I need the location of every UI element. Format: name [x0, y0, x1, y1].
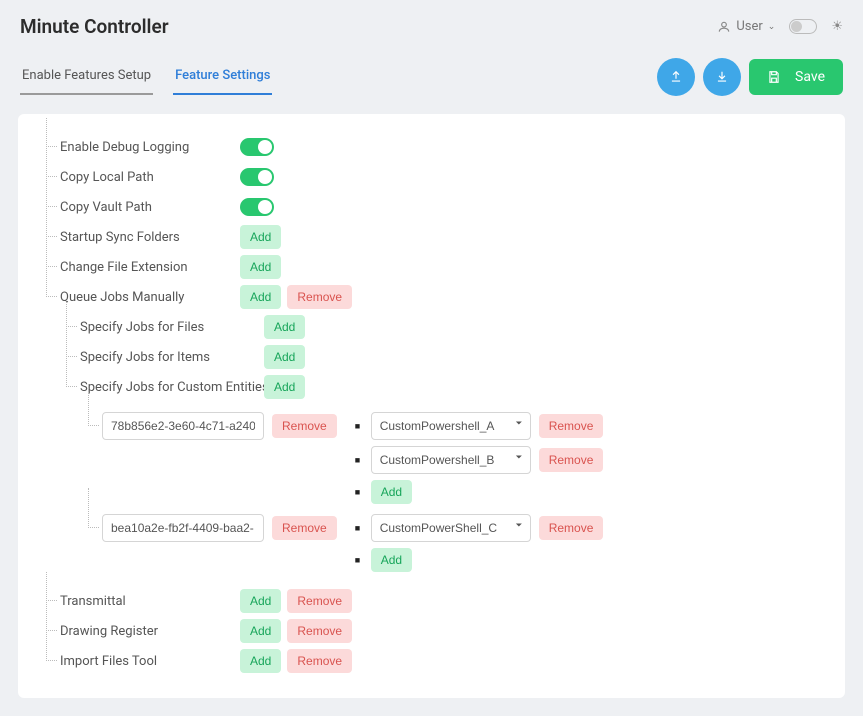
bullet-icon: ■	[355, 555, 363, 566]
remove-custom-entity[interactable]: Remove	[272, 414, 337, 438]
setting-change-ext-label: Change File Extension	[60, 260, 188, 275]
chevron-down-icon: ⌄	[768, 22, 776, 32]
add-drawing-reg[interactable]: Add	[240, 619, 281, 643]
setting-startup-sync-label: Startup Sync Folders	[60, 230, 180, 245]
remove-queue-jobs[interactable]: Remove	[287, 285, 352, 309]
remove-drawing-reg[interactable]: Remove	[287, 619, 352, 643]
tab-enable-features[interactable]: Enable Features Setup	[20, 60, 153, 95]
setting-copy-local-label: Copy Local Path	[60, 170, 154, 185]
sun-icon[interactable]: ☀	[831, 19, 843, 34]
tabs: Enable Features Setup Feature Settings	[20, 60, 288, 95]
add-import-tool[interactable]: Add	[240, 649, 281, 673]
theme-toggle[interactable]	[789, 19, 817, 34]
add-script[interactable]: Add	[371, 548, 412, 572]
add-script[interactable]: Add	[371, 480, 412, 504]
remove-script[interactable]: Remove	[539, 516, 604, 540]
setting-copy-vault-label: Copy Vault Path	[60, 200, 152, 215]
save-icon	[767, 70, 781, 84]
bullet-icon: ■	[355, 421, 363, 432]
user-menu[interactable]: User ⌄	[717, 19, 775, 34]
add-startup-sync[interactable]: Add	[240, 225, 281, 249]
remove-import-tool[interactable]: Remove	[287, 649, 352, 673]
toggle-debug[interactable]	[240, 138, 274, 156]
save-button[interactable]: Save	[749, 59, 843, 95]
setting-spec-files-label: Specify Jobs for Files	[80, 320, 204, 335]
setting-debug-label: Enable Debug Logging	[60, 140, 189, 155]
remove-custom-entity[interactable]: Remove	[272, 516, 337, 540]
script-select[interactable]	[371, 412, 531, 440]
bullet-icon: ■	[355, 523, 363, 534]
add-spec-files[interactable]: Add	[264, 315, 305, 339]
setting-spec-custom-label: Specify Jobs for Custom Entities	[80, 380, 269, 395]
setting-spec-items-label: Specify Jobs for Items	[80, 350, 210, 365]
download-button[interactable]	[703, 58, 741, 96]
custom-entity-guid-input[interactable]	[102, 412, 264, 440]
upload-button[interactable]	[657, 58, 695, 96]
add-transmittal[interactable]: Add	[240, 589, 281, 613]
save-label: Save	[795, 69, 825, 85]
setting-transmittal-label: Transmittal	[60, 594, 126, 609]
script-select[interactable]	[371, 514, 531, 542]
settings-panel: Enable Debug Logging Copy Local Path Cop…	[18, 114, 845, 698]
toggle-copy-vault[interactable]	[240, 198, 274, 216]
upload-icon	[669, 70, 683, 84]
setting-queue-jobs-label: Queue Jobs Manually	[60, 290, 184, 305]
setting-drawing-reg-label: Drawing Register	[60, 624, 158, 639]
custom-entity-guid-input[interactable]	[102, 514, 264, 542]
page-title: Minute Controller	[20, 15, 169, 38]
add-spec-items[interactable]: Add	[264, 345, 305, 369]
remove-script[interactable]: Remove	[539, 448, 604, 472]
add-change-ext[interactable]: Add	[240, 255, 281, 279]
bullet-icon: ■	[355, 455, 363, 466]
add-queue-jobs[interactable]: Add	[240, 285, 281, 309]
bullet-icon: ■	[355, 487, 363, 498]
user-label: User	[736, 19, 762, 34]
add-spec-custom[interactable]: Add	[264, 375, 305, 399]
toggle-copy-local[interactable]	[240, 168, 274, 186]
remove-script[interactable]: Remove	[539, 414, 604, 438]
tab-feature-settings[interactable]: Feature Settings	[173, 60, 272, 95]
remove-transmittal[interactable]: Remove	[287, 589, 352, 613]
user-icon	[717, 20, 731, 34]
script-select[interactable]	[371, 446, 531, 474]
download-icon	[715, 70, 729, 84]
